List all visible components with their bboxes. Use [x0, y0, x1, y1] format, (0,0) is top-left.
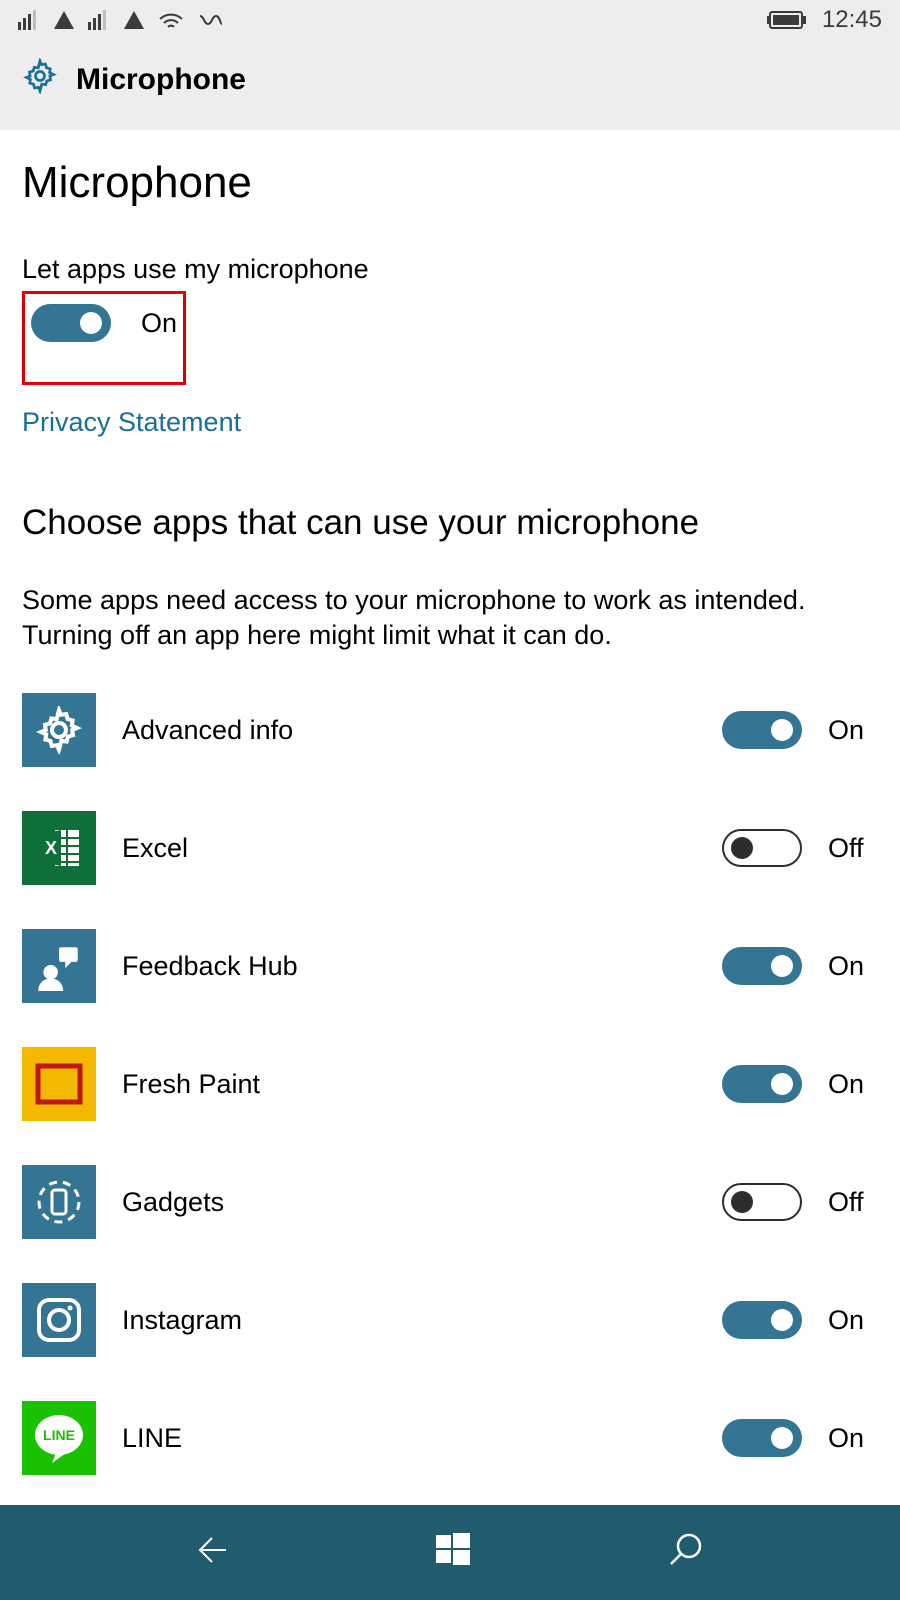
app-toggle-state: On [828, 1423, 878, 1454]
app-toggle-state: On [828, 715, 878, 746]
excel-app-icon: X [22, 811, 96, 885]
battery-icon [766, 10, 808, 30]
app-toggle[interactable] [722, 1065, 802, 1103]
app-name: Gadgets [122, 1187, 696, 1218]
app-name: Excel [122, 833, 696, 864]
master-toggle-label: Let apps use my microphone [22, 254, 878, 285]
settings-header: Microphone [0, 40, 900, 130]
search-button[interactable] [667, 1530, 707, 1575]
app-toggle-state: Off [828, 833, 878, 864]
feedback-app-icon [22, 929, 96, 1003]
sim-2-icon [124, 11, 144, 29]
signal-1-icon [18, 10, 40, 30]
master-toggle-state: On [141, 308, 177, 339]
app-name: Fresh Paint [122, 1069, 696, 1100]
app-toggle[interactable] [722, 1301, 802, 1339]
instagram-app-icon [22, 1283, 96, 1357]
back-button[interactable] [194, 1530, 240, 1575]
master-toggle[interactable] [31, 304, 111, 342]
section-title: Choose apps that can use your microphone [22, 503, 878, 543]
app-name: Instagram [122, 1305, 696, 1336]
app-row: Fresh Paint On [22, 1047, 878, 1121]
app-row: X Excel Off [22, 811, 878, 885]
gadgets-app-icon [22, 1165, 96, 1239]
app-toggle-state: On [828, 951, 878, 982]
app-toggle-state: On [828, 1305, 878, 1336]
line-app-icon: LINE [22, 1401, 96, 1475]
app-name: Advanced info [122, 715, 696, 746]
app-toggle-state: On [828, 1069, 878, 1100]
page-title: Microphone [22, 158, 878, 208]
svg-text:LINE: LINE [43, 1427, 75, 1443]
header-title: Microphone [76, 63, 246, 97]
app-row: Instagram On [22, 1283, 878, 1357]
app-name: Feedback Hub [122, 951, 696, 982]
app-row: Advanced info On [22, 693, 878, 767]
app-row: LINE LINE On [22, 1401, 878, 1475]
fresh-app-icon [22, 1047, 96, 1121]
svg-text:X: X [45, 838, 57, 858]
app-row: Feedback Hub On [22, 929, 878, 1003]
app-row: Gadgets Off [22, 1165, 878, 1239]
wifi-icon [158, 10, 184, 30]
clock-text: 12:45 [822, 6, 882, 34]
app-toggle[interactable] [722, 1183, 802, 1221]
section-subtext: Some apps need access to your microphone… [22, 583, 878, 653]
privacy-statement-link[interactable]: Privacy Statement [22, 407, 241, 438]
vibrate-icon [198, 11, 224, 29]
sim-1-icon [54, 11, 74, 29]
app-toggle[interactable] [722, 1419, 802, 1457]
gear-icon [22, 58, 58, 102]
app-toggle[interactable] [722, 711, 802, 749]
navigation-bar [0, 1505, 900, 1600]
highlight-annotation: On [22, 291, 186, 385]
app-toggle[interactable] [722, 947, 802, 985]
status-bar: 12:45 [0, 0, 900, 40]
advanced-app-icon [22, 693, 96, 767]
app-toggle-state: Off [828, 1187, 878, 1218]
signal-2-icon [88, 10, 110, 30]
app-toggle[interactable] [722, 829, 802, 867]
start-button[interactable] [433, 1530, 473, 1575]
app-name: LINE [122, 1423, 696, 1454]
